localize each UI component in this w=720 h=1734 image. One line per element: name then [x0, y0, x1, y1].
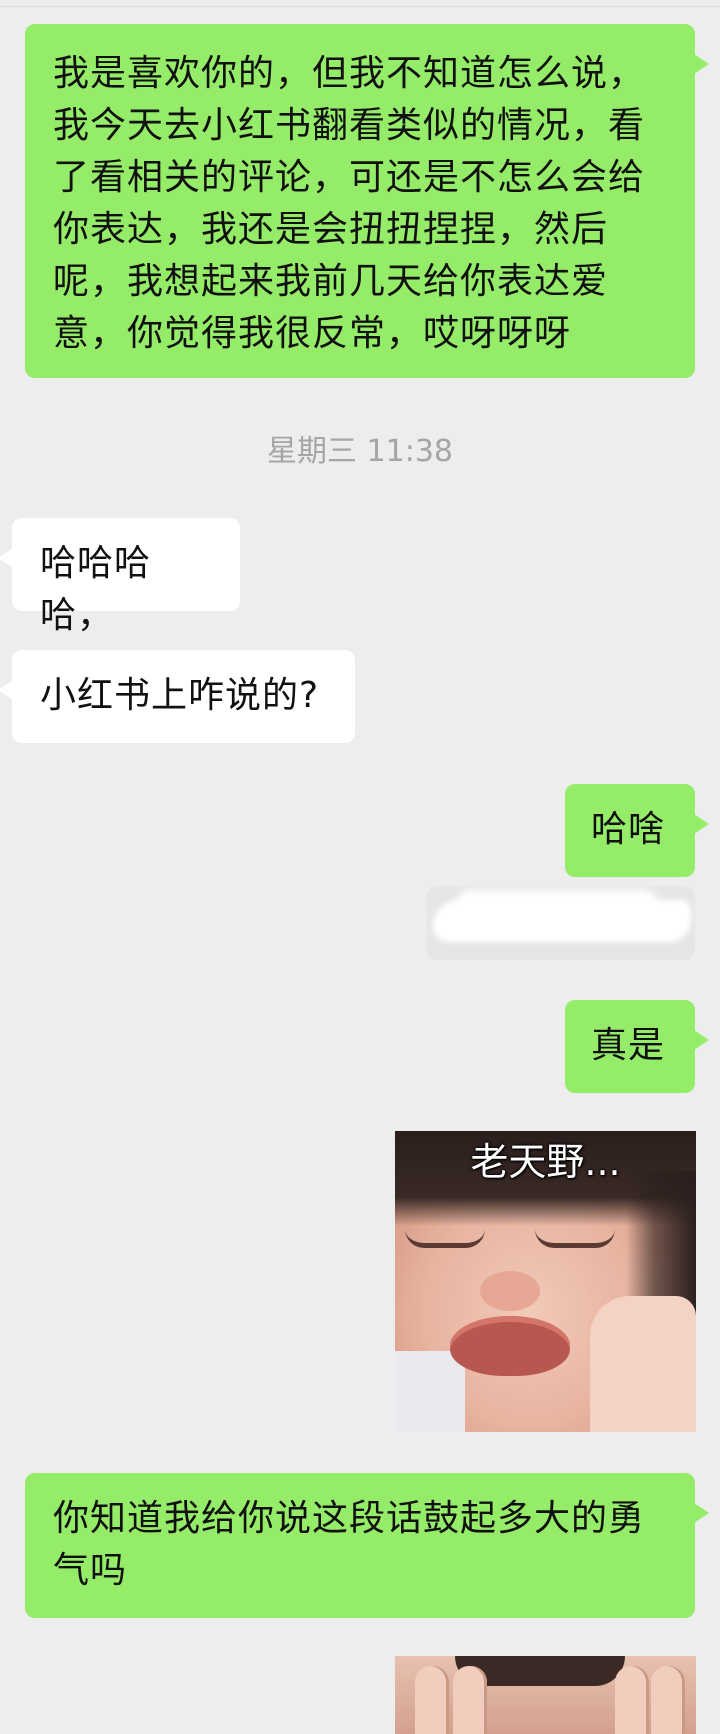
message-line: 呢，我想起来我前几天给你表达爱: [53, 261, 609, 302]
crying-sticker[interactable]: 老天野...: [395, 1131, 696, 1432]
sticker-eye: [405, 1229, 485, 1248]
sticker-finger: [453, 1666, 487, 1734]
sent-message-bubble[interactable]: 真是: [565, 1000, 709, 1093]
sticker-caption: 老天野...: [470, 1140, 621, 1184]
message-line: 我今天去小红书翻看类似的情况，看: [53, 105, 646, 146]
sticker-finger: [415, 1666, 449, 1734]
received-message-bubble[interactable]: 哈哈哈哈，: [0, 518, 240, 636]
sticker-hand: [590, 1296, 696, 1432]
received-message-bubble[interactable]: 小红书上咋说的?: [0, 650, 355, 743]
redaction-scribble: [457, 890, 657, 916]
sticker-nose: [480, 1271, 540, 1311]
message-line: 你表达，我还是会扭扭捏捏，然后: [53, 209, 609, 250]
chat-history[interactable]: 我是喜欢你的，但我不知道怎么说， 我今天去小红书翻看类似的情况，看 了看相关的评…: [0, 0, 720, 1734]
sticker-image[interactable]: [395, 1656, 696, 1734]
message-line: 气吗: [53, 1550, 128, 1591]
message-line: 意，你觉得我很反常，哎呀呀呀: [53, 313, 572, 354]
sticker-eye: [535, 1229, 615, 1248]
sticker-shirt: [395, 1351, 465, 1432]
message-text: 哈哈哈哈，: [40, 543, 152, 636]
redacted-message: [427, 886, 695, 960]
sent-message-bubble[interactable]: 你知道我给你说这段话鼓起多大的勇 气吗: [25, 1473, 709, 1618]
message-timestamp: 星期三 11:38: [267, 434, 453, 469]
divider: [0, 6, 720, 7]
sticker-mouth: [450, 1316, 570, 1376]
message-line: 你知道我给你说这段话鼓起多大的勇: [53, 1498, 646, 1539]
sent-message-bubble[interactable]: 我是喜欢你的，但我不知道怎么说， 我今天去小红书翻看类似的情况，看 了看相关的评…: [25, 24, 709, 378]
message-text: 真是: [591, 1025, 666, 1066]
message-line: 了看相关的评论，可还是不怎么会给: [53, 157, 646, 198]
message-line: 我是喜欢你的，但我不知道怎么说，: [53, 53, 646, 94]
sent-message-bubble[interactable]: 哈啥: [565, 784, 709, 877]
message-text: 哈啥: [591, 809, 666, 850]
sticker-finger: [651, 1666, 685, 1734]
sticker-finger: [615, 1666, 649, 1734]
message-text: 小红书上咋说的?: [40, 675, 320, 716]
